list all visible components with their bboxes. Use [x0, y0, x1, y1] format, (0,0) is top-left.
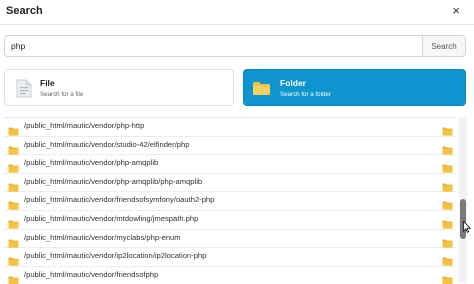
close-icon[interactable]: ×: [452, 3, 460, 19]
result-path: /public_html/mautic/vendor/php-amqplib/p…: [24, 176, 203, 186]
folder-search-option[interactable]: Folder Search for a folder: [243, 69, 466, 106]
result-row[interactable]: /public_html/mautic/vendor/friendsofsymf…: [4, 192, 456, 211]
search-bar: Search: [4, 35, 466, 57]
folder-option-title: Folder: [280, 78, 306, 88]
search-button[interactable]: Search: [422, 36, 465, 56]
file-icon: [16, 79, 32, 103]
results-scrollbar[interactable]: [459, 117, 467, 283]
result-row[interactable]: /public_html/mautic/vendor/friendsofphp: [4, 267, 456, 284]
file-option-title: File: [40, 78, 55, 88]
result-path: /public_html/mautic/vendor/myclabs/php-e…: [24, 232, 181, 242]
folder-icon: [252, 81, 271, 101]
result-path: /public_html/mautic/vendor/mtdowling/jme…: [24, 213, 199, 223]
folder-option-subtitle: Search for a folder: [280, 91, 331, 98]
dialog-title: Search: [6, 5, 43, 17]
search-input[interactable]: [5, 36, 423, 56]
result-row[interactable]: /public_html/mautic/vendor/studio-42/elf…: [4, 137, 456, 156]
result-path: /public_html/mautic/vendor/studio-42/elf…: [24, 139, 190, 149]
mouse-pointer-icon: [463, 220, 472, 238]
result-path: /public_html/mautic/vendor/php-amqplib: [24, 158, 159, 168]
result-path: /public_html/mautic/vendor/friendsofsymf…: [24, 195, 215, 205]
folder-icon: [8, 272, 19, 284]
file-option-subtitle: Search for a file: [40, 91, 84, 98]
file-search-option[interactable]: File Search for a file: [4, 69, 234, 106]
result-row[interactable]: /public_html/mautic/vendor/myclabs/php-e…: [4, 230, 456, 249]
result-row[interactable]: /public_html/mautic/vendor/php-amqplib: [4, 155, 456, 174]
result-path: /public_html/mautic/vendor/php-http: [24, 121, 145, 130]
result-path: /public_html/mautic/vendor/ip2location/i…: [24, 251, 207, 261]
dialog-header: Search ×: [0, 0, 474, 25]
result-row[interactable]: /public_html/mautic/vendor/php-http: [4, 118, 456, 137]
open-folder-icon[interactable]: [442, 272, 453, 284]
result-row[interactable]: /public_html/mautic/vendor/mtdowling/jme…: [4, 211, 456, 230]
result-row[interactable]: /public_html/mautic/vendor/ip2location/i…: [4, 248, 456, 267]
results-list: /public_html/mautic/vendor/php-http/publ…: [4, 117, 456, 284]
result-path: /public_html/mautic/vendor/friendsofphp: [24, 269, 159, 279]
result-row[interactable]: /public_html/mautic/vendor/php-amqplib/p…: [4, 174, 456, 193]
